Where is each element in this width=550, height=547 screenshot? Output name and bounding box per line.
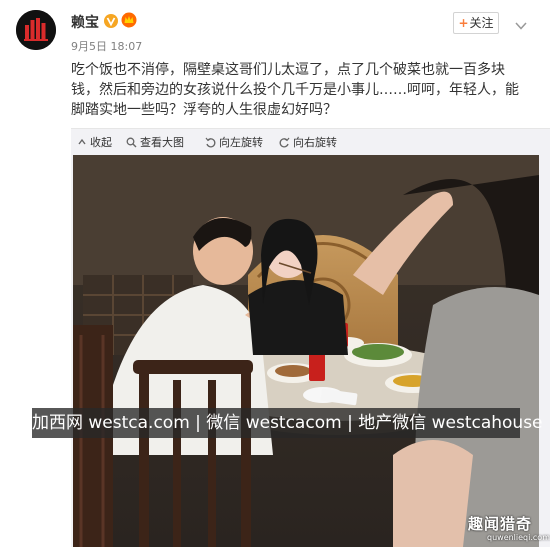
avatar[interactable] bbox=[16, 10, 56, 50]
magnifier-icon bbox=[126, 137, 137, 147]
corner-logo: 趣闻猎奇 bbox=[468, 515, 533, 533]
view-large-label: 查看大图 bbox=[140, 136, 184, 149]
rotate-right-label: 向右旋转 bbox=[293, 136, 337, 149]
photo-area bbox=[71, 155, 550, 547]
chevron-down-icon[interactable] bbox=[515, 16, 527, 30]
rotate-right-button[interactable]: 向右旋转 bbox=[279, 134, 337, 150]
media-toolbar: 收起 查看大图 向左旋转 向右旋转 bbox=[71, 128, 550, 155]
post-header: 赖宝 9月5日 18:07 +关注 bbox=[0, 0, 550, 58]
vip-crown-icon[interactable] bbox=[121, 12, 137, 28]
watermark-banner: 加西网 westca.com | 微信 westcacom | 地产微信 wes… bbox=[32, 408, 543, 438]
corner-url: quwenlieqi.com bbox=[487, 533, 550, 542]
collapse-icon bbox=[78, 138, 86, 145]
rotate-left-button[interactable]: 向左旋转 bbox=[205, 134, 263, 150]
verified-v-icon bbox=[104, 13, 118, 28]
post-time[interactable]: 9月5日 18:07 bbox=[71, 38, 142, 54]
follow-button[interactable]: +关注 bbox=[453, 12, 499, 34]
rotate-left-icon bbox=[205, 137, 216, 147]
user-name[interactable]: 赖宝 bbox=[71, 12, 99, 32]
collapse-label: 收起 bbox=[90, 136, 112, 149]
rotate-right-icon bbox=[279, 137, 290, 147]
plus-icon: + bbox=[458, 16, 469, 30]
rotate-left-label: 向左旋转 bbox=[219, 136, 263, 149]
collapse-button[interactable]: 收起 bbox=[77, 134, 112, 150]
follow-label: 关注 bbox=[469, 16, 494, 30]
view-large-button[interactable]: 查看大图 bbox=[126, 134, 184, 150]
post-photo[interactable] bbox=[73, 155, 539, 547]
post-text: 吃个饭也不消停，隔壁桌这哥们儿太逗了，点了几个破菜也就一百多块钱，然后和旁边的女… bbox=[71, 62, 519, 118]
